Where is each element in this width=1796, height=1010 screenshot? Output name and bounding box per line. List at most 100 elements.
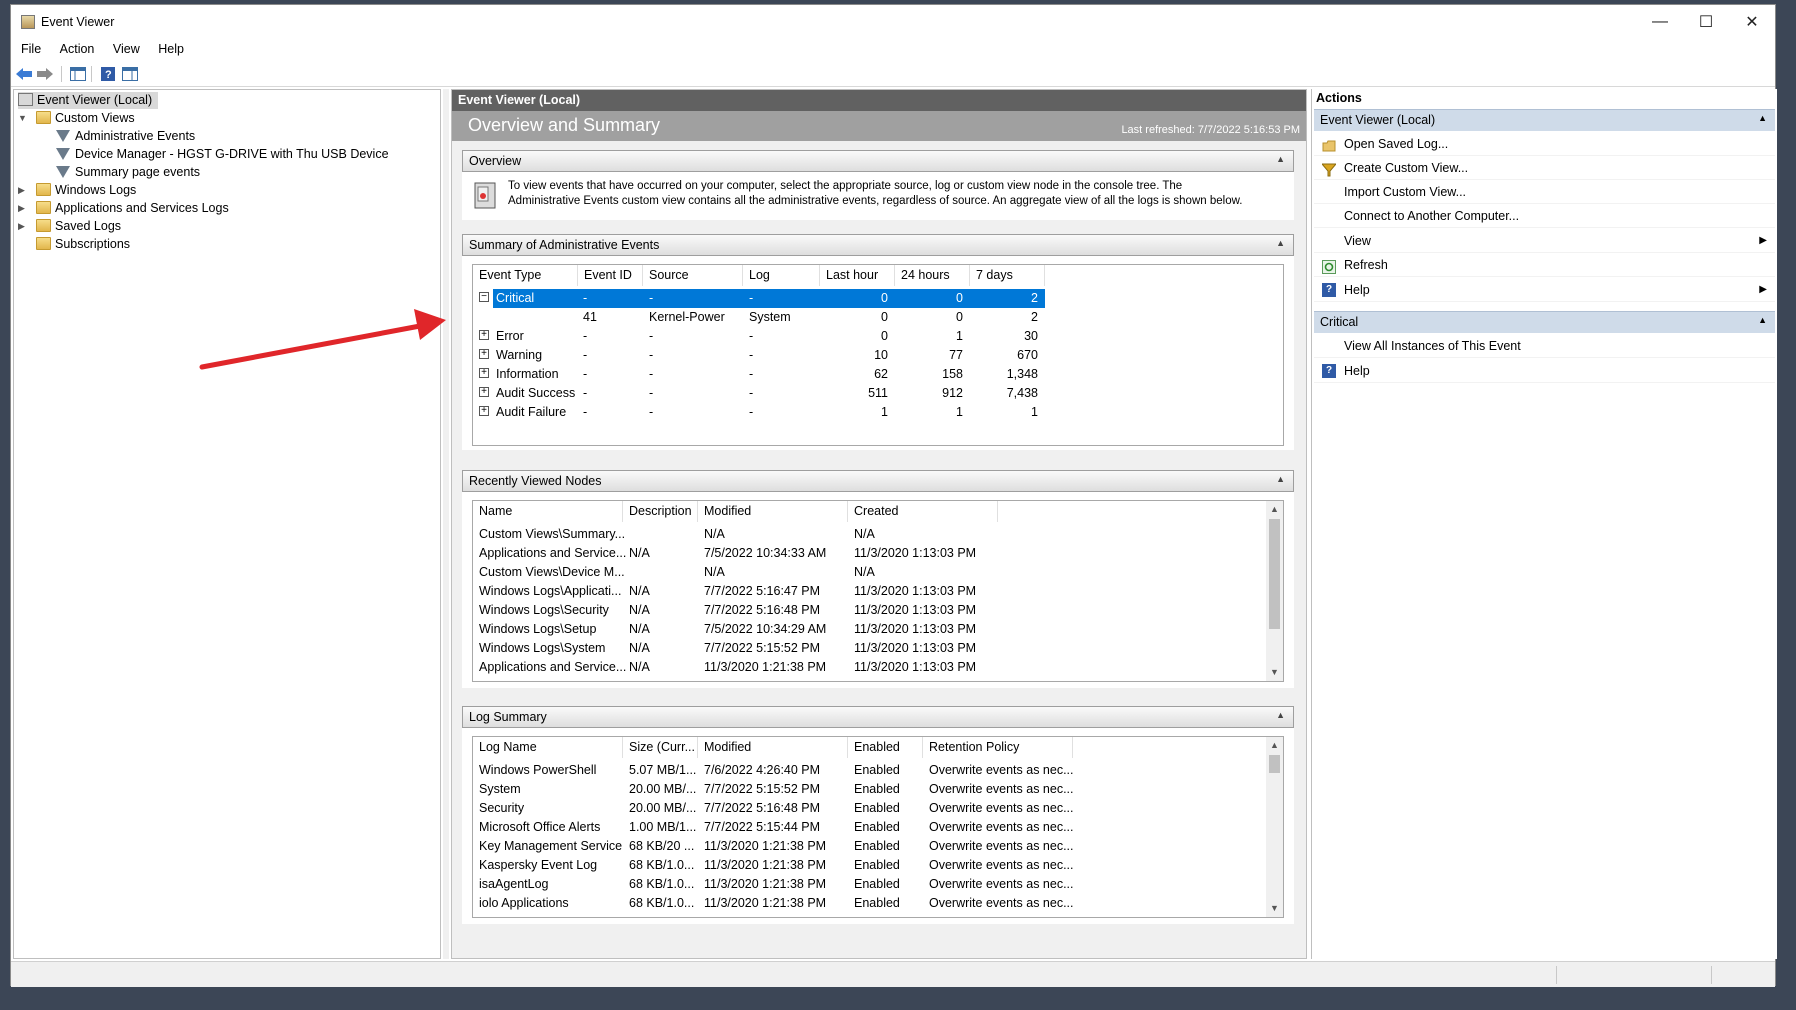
table-row[interactable]: Microsoft Office Alerts 1.00 MB/1... 7/7/2… xyxy=(473,818,1263,837)
col-event-type[interactable]: Event Type xyxy=(473,265,578,286)
table-row[interactable]: Applications and Service... N/A 11/3/2020 … xyxy=(473,658,1263,677)
chevron-right-icon[interactable]: ▶ xyxy=(18,182,25,199)
pane-splitter[interactable] xyxy=(443,89,449,959)
col-name[interactable]: Name xyxy=(473,501,623,522)
action-import-custom-view[interactable]: Import Custom View... xyxy=(1314,180,1775,204)
back-arrow-icon[interactable] xyxy=(15,65,33,83)
summary-section-header[interactable]: Summary of Administrative Events ▲ xyxy=(462,234,1294,256)
scroll-thumb[interactable] xyxy=(1269,755,1280,773)
close-button[interactable]: ✕ xyxy=(1729,5,1775,39)
col-source[interactable]: Source xyxy=(643,265,743,286)
table-row[interactable]: Windows Logs\Setup N/A 7/5/2022 10:34:29 A… xyxy=(473,620,1263,639)
scroll-thumb[interactable] xyxy=(1269,519,1280,629)
collapse-icon[interactable]: ▲ xyxy=(1758,113,1767,123)
scroll-up-icon[interactable]: ▲ xyxy=(1266,737,1283,754)
table-row[interactable]: Windows Logs\Applicati... N/A 7/7/2022 5:1… xyxy=(473,582,1263,601)
chevron-right-icon[interactable]: ▶ xyxy=(18,200,25,217)
tree-item-administrative-events[interactable]: Administrative Events xyxy=(56,128,195,145)
collapse-toggle-icon[interactable]: − xyxy=(479,292,489,302)
table-row[interactable]: Windows Logs\Security N/A 7/7/2022 5:16:48… xyxy=(473,601,1263,620)
tree-item-custom-views[interactable]: ▼ Custom Views xyxy=(18,110,135,127)
col-size[interactable]: Size (Curr... xyxy=(623,737,698,758)
table-row[interactable]: Kaspersky Event Log 68 KB/1.0... 11/3/2020… xyxy=(473,856,1263,875)
col-last-hour[interactable]: Last hour xyxy=(820,265,895,286)
action-help-critical[interactable]: ? Help xyxy=(1314,359,1775,383)
menu-view[interactable]: View xyxy=(113,39,140,56)
col-24-hours[interactable]: 24 hours xyxy=(895,265,970,286)
scroll-down-icon[interactable]: ▼ xyxy=(1266,900,1283,917)
menu-action[interactable]: Action xyxy=(60,39,95,56)
recent-nodes-section-header[interactable]: Recently Viewed Nodes ▲ xyxy=(462,470,1294,492)
col-log[interactable]: Log xyxy=(743,265,820,286)
action-connect-another-computer[interactable]: Connect to Another Computer... xyxy=(1314,204,1775,228)
tree-item-windows-logs[interactable]: ▶ Windows Logs xyxy=(18,182,136,199)
expand-toggle-icon[interactable]: + xyxy=(479,406,489,416)
table-row[interactable]: Windows Logs\System N/A 7/7/2022 5:15:52 P… xyxy=(473,639,1263,658)
tree-item-summary-page-events[interactable]: Summary page events xyxy=(56,164,200,181)
collapse-icon[interactable]: ▲ xyxy=(1276,154,1285,164)
forward-arrow-icon[interactable] xyxy=(36,65,54,83)
table-row[interactable]: System 20.00 MB/... 7/7/2022 5:15:52 PM Ena… xyxy=(473,780,1263,799)
tree-item-saved-logs[interactable]: ▶ Saved Logs xyxy=(18,218,121,235)
recent-nodes-scrollbar[interactable]: ▲ ▼ xyxy=(1266,501,1283,681)
col-modified[interactable]: Modified xyxy=(698,501,848,522)
actions-group-event-viewer[interactable]: Event Viewer (Local) ▲ xyxy=(1314,109,1775,131)
log-summary-section-header[interactable]: Log Summary ▲ xyxy=(462,706,1294,728)
expand-toggle-icon[interactable]: + xyxy=(479,387,489,397)
col-retention-policy[interactable]: Retention Policy xyxy=(923,737,1073,758)
table-row[interactable]: Windows PowerShell 5.07 MB/1... 7/6/2022 4… xyxy=(473,761,1263,780)
col-modified[interactable]: Modified xyxy=(698,737,848,758)
action-view-all-instances[interactable]: View All Instances of This Event xyxy=(1314,334,1775,358)
tree-item-subscriptions[interactable]: Subscriptions xyxy=(36,236,130,253)
summary-row-warning[interactable]: + Warning - - - 10 77 670 xyxy=(473,346,1045,365)
table-row[interactable]: isaAgentLog 68 KB/1.0... 11/3/2020 1:21:38… xyxy=(473,875,1263,894)
tree-item-app-services-logs[interactable]: ▶ Applications and Services Logs xyxy=(18,200,229,217)
tree-item-event-viewer-local[interactable]: Event Viewer (Local) xyxy=(18,92,159,109)
scroll-up-icon[interactable]: ▲ xyxy=(1266,501,1283,518)
summary-row-audit-failure[interactable]: + Audit Failure - - - 1 1 1 xyxy=(473,403,1045,422)
chevron-right-icon[interactable]: ▶ xyxy=(18,218,25,235)
action-open-saved-log[interactable]: Open Saved Log... xyxy=(1314,132,1775,156)
show-hide-action-pane-icon[interactable] xyxy=(121,65,139,83)
col-enabled[interactable]: Enabled xyxy=(848,737,923,758)
table-row[interactable]: Custom Views\Device M... N/A N/A xyxy=(473,563,1263,582)
action-refresh[interactable]: Refresh xyxy=(1314,253,1775,277)
minimize-button[interactable]: — xyxy=(1637,5,1683,39)
overview-section-header[interactable]: Overview ▲ xyxy=(462,150,1294,172)
summary-row-event-41[interactable]: 41 Kernel-Power System 0 0 2 xyxy=(473,308,1045,327)
col-log-name[interactable]: Log Name xyxy=(473,737,623,758)
summary-row-critical[interactable]: − Critical - - - 0 0 2 xyxy=(473,289,1045,308)
expand-toggle-icon[interactable]: + xyxy=(479,368,489,378)
action-help[interactable]: ? Help ▶ xyxy=(1314,278,1775,302)
menu-help[interactable]: Help xyxy=(158,39,184,56)
actions-group-critical[interactable]: Critical ▲ xyxy=(1314,311,1775,333)
table-row[interactable]: Applications and Service... N/A 7/5/2022 1… xyxy=(473,544,1263,563)
tree-item-device-manager-view[interactable]: Device Manager - HGST G-DRIVE with Thu U… xyxy=(56,146,389,163)
table-row[interactable]: iolo Applications 68 KB/1.0... 11/3/2020 1… xyxy=(473,894,1263,913)
summary-row-error[interactable]: + Error - - - 0 1 30 xyxy=(473,327,1045,346)
help-icon[interactable]: ? xyxy=(99,65,117,83)
show-hide-console-tree-icon[interactable] xyxy=(69,65,87,83)
summary-row-audit-success[interactable]: + Audit Success - - - 511 912 7,438 xyxy=(473,384,1045,403)
chevron-down-icon[interactable]: ▼ xyxy=(18,110,27,127)
col-7-days[interactable]: 7 days xyxy=(970,265,1045,286)
collapse-icon[interactable]: ▲ xyxy=(1276,474,1285,484)
table-row[interactable]: Custom Views\Summary... N/A N/A xyxy=(473,525,1263,544)
col-event-id[interactable]: Event ID xyxy=(578,265,643,286)
col-created[interactable]: Created xyxy=(848,501,998,522)
scroll-down-icon[interactable]: ▼ xyxy=(1266,664,1283,681)
collapse-icon[interactable]: ▲ xyxy=(1758,315,1767,325)
log-summary-scrollbar[interactable]: ▲ ▼ xyxy=(1266,737,1283,917)
table-row[interactable]: Security 20.00 MB/... 7/7/2022 5:16:48 PM E… xyxy=(473,799,1263,818)
action-view[interactable]: View ▶ xyxy=(1314,229,1775,253)
expand-toggle-icon[interactable]: + xyxy=(479,349,489,359)
table-row[interactable]: Key Management Service 68 KB/20 ... 11/3/2… xyxy=(473,837,1263,856)
menu-file[interactable]: File xyxy=(21,39,41,56)
summary-row-information[interactable]: + Information - - - 62 158 1,348 xyxy=(473,365,1045,384)
maximize-button[interactable]: ☐ xyxy=(1683,5,1729,39)
action-create-custom-view[interactable]: Create Custom View... xyxy=(1314,156,1775,180)
expand-toggle-icon[interactable]: + xyxy=(479,330,489,340)
col-description[interactable]: Description xyxy=(623,501,698,522)
collapse-icon[interactable]: ▲ xyxy=(1276,710,1285,720)
collapse-icon[interactable]: ▲ xyxy=(1276,238,1285,248)
